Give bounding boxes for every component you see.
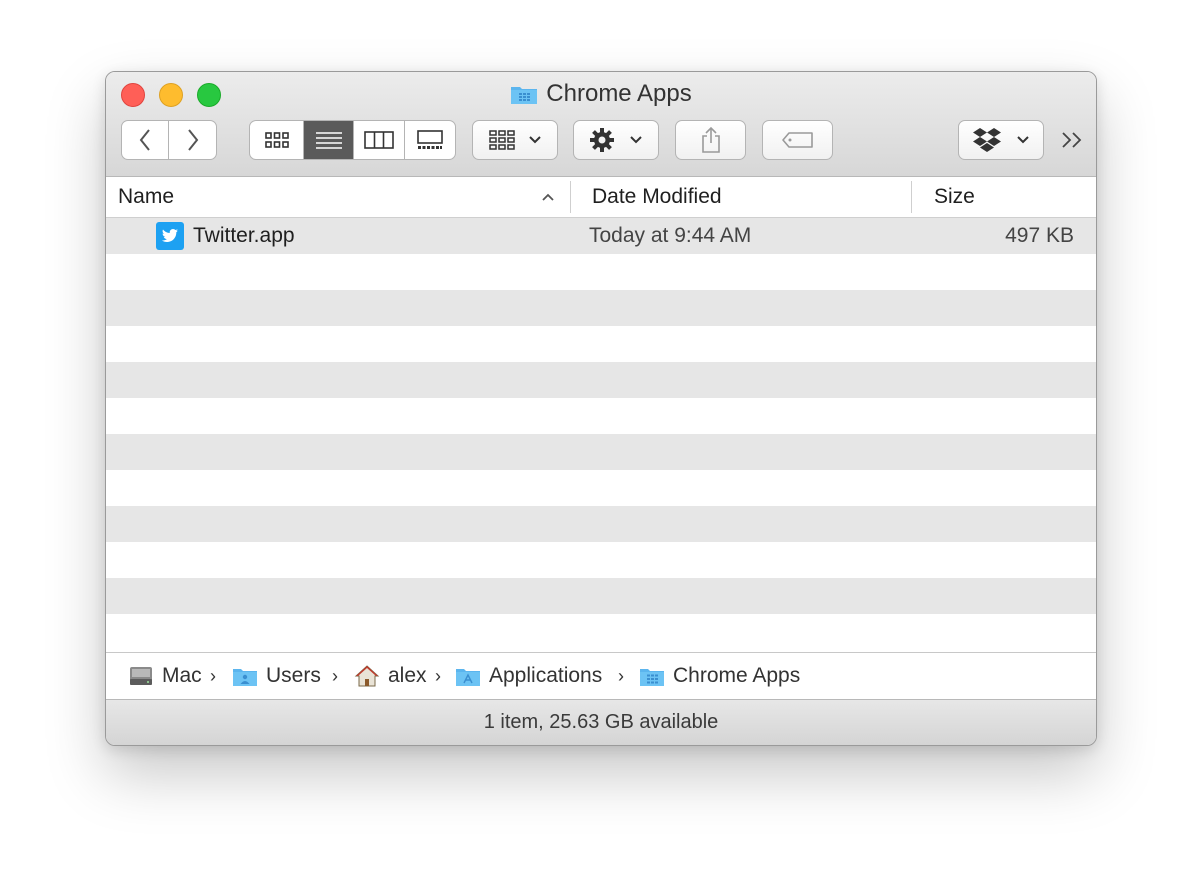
list-view-icon <box>315 132 342 149</box>
group-button[interactable] <box>472 120 558 160</box>
path-item-label: Mac <box>162 664 202 687</box>
finder-window: Chrome Apps Name Date Modified Size Twit… <box>105 71 1097 746</box>
table-row <box>106 362 1096 398</box>
tag-icon <box>781 132 813 148</box>
gear-icon <box>590 128 614 152</box>
path-item-label: Applications <box>489 664 603 687</box>
folder-icon <box>511 87 538 104</box>
navigation-buttons <box>121 120 217 160</box>
tag-button[interactable] <box>762 120 833 160</box>
column-header-bar: Name Date Modified Size <box>106 177 1096 218</box>
home-icon <box>354 665 380 687</box>
sort-ascending-icon[interactable] <box>541 192 555 202</box>
chevron-down-icon <box>1017 136 1029 144</box>
list-view-button[interactable] <box>303 121 354 159</box>
path-item-applications[interactable]: Applications <box>455 653 602 699</box>
table-row <box>106 326 1096 362</box>
status-text: 1 item, 25.63 GB available <box>483 711 719 733</box>
gallery-view-button[interactable] <box>403 121 455 159</box>
folder-icon <box>640 669 664 686</box>
icon-view-icon <box>264 132 289 148</box>
status-bar: 1 item, 25.63 GB available <box>106 699 1096 745</box>
table-row <box>106 254 1096 290</box>
table-row <box>106 470 1096 506</box>
dropbox-icon <box>973 128 1001 152</box>
table-row <box>106 578 1096 614</box>
twitter-icon <box>156 222 184 250</box>
table-row <box>106 434 1096 470</box>
path-item-mac[interactable]: Mac <box>128 653 202 699</box>
path-bar: Mac › Users › alex › Applications › Chro… <box>106 652 1096 699</box>
view-mode-buttons <box>249 120 456 160</box>
path-item-chrome-apps[interactable]: Chrome Apps <box>639 653 800 699</box>
forward-button[interactable] <box>168 121 216 159</box>
path-separator-icon: › <box>210 666 216 686</box>
more-icon[interactable] <box>1059 127 1087 153</box>
dropbox-button[interactable] <box>958 120 1044 160</box>
back-icon <box>139 129 150 151</box>
path-separator-icon: › <box>618 666 624 686</box>
gallery-view-icon <box>417 130 443 149</box>
path-item-users[interactable]: Users <box>232 653 321 699</box>
file-name: Twitter.app <box>193 224 295 247</box>
file-size: 497 KB <box>1005 224 1074 247</box>
chevron-down-icon <box>630 136 642 144</box>
path-item-label: alex <box>388 664 427 687</box>
path-separator-icon: › <box>435 666 441 686</box>
column-divider[interactable] <box>570 181 571 213</box>
path-item-label: Users <box>266 664 321 687</box>
column-header-size[interactable]: Size <box>934 177 975 217</box>
chevron-down-icon <box>529 136 541 144</box>
table-row <box>106 614 1096 650</box>
column-header-name[interactable]: Name <box>118 177 174 217</box>
file-list: Twitter.app Today at 9:44 AM 497 KB <box>106 218 1096 650</box>
file-row-twitter[interactable]: Twitter.app Today at 9:44 AM 497 KB <box>106 218 1096 254</box>
applications-folder-icon <box>456 669 480 686</box>
path-item-alex[interactable]: alex <box>354 653 427 699</box>
action-button[interactable] <box>573 120 659 160</box>
icon-view-button[interactable] <box>250 121 303 159</box>
folder-icon <box>233 669 257 686</box>
table-row <box>106 542 1096 578</box>
path-separator-icon: › <box>332 666 338 686</box>
group-icon <box>489 130 515 150</box>
file-date: Today at 9:44 AM <box>589 224 752 247</box>
titlebar: Chrome Apps <box>106 72 1096 177</box>
column-view-button[interactable] <box>353 121 403 159</box>
forward-icon <box>187 129 198 151</box>
column-view-icon <box>364 131 394 149</box>
share-button[interactable] <box>675 120 746 160</box>
table-row <box>106 506 1096 542</box>
disk-icon <box>130 667 152 685</box>
column-divider[interactable] <box>911 181 912 213</box>
window-title-text: Chrome Apps <box>546 80 692 107</box>
table-row <box>106 290 1096 326</box>
path-item-label: Chrome Apps <box>673 664 801 687</box>
table-row <box>106 398 1096 434</box>
back-button[interactable] <box>122 121 168 159</box>
window-title: Chrome Apps <box>106 79 1096 113</box>
column-header-date[interactable]: Date Modified <box>592 177 722 217</box>
share-icon <box>701 126 720 153</box>
